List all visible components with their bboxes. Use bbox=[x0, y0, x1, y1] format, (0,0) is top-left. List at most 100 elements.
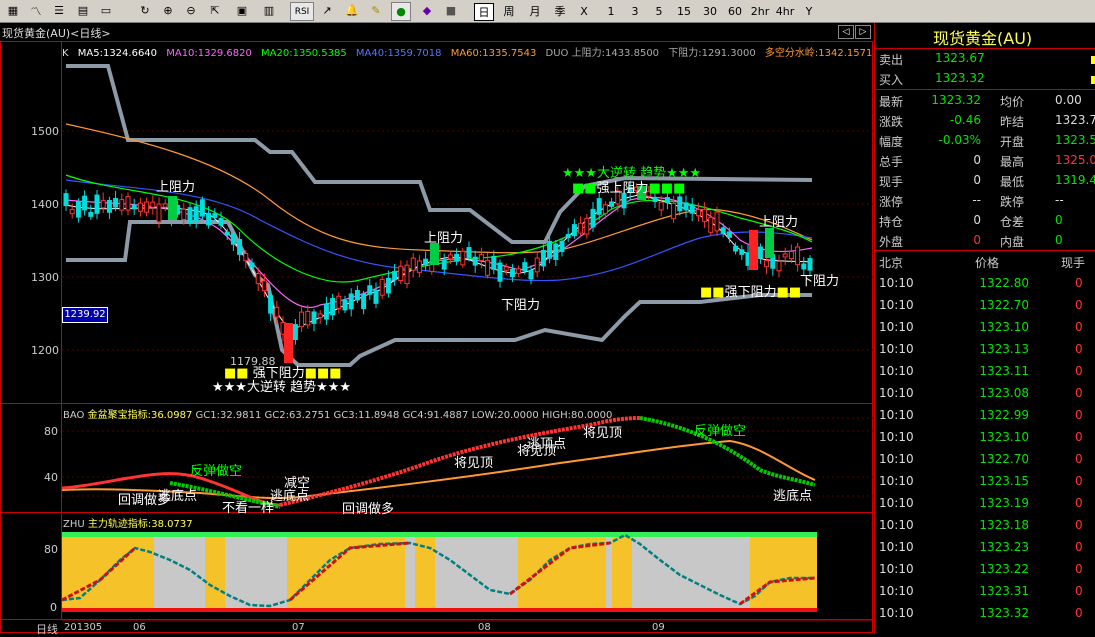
ma60-label: MA60:1335.7543 bbox=[450, 48, 537, 59]
candle bbox=[553, 243, 559, 260]
alarm-icon[interactable]: 🔔 bbox=[343, 2, 361, 19]
stat-label: 外盘 bbox=[879, 235, 904, 249]
signal-candle bbox=[284, 323, 293, 363]
refresh-icon[interactable]: ↻ bbox=[136, 2, 154, 19]
candle bbox=[472, 256, 478, 266]
scroll-right-icon[interactable]: ▷ bbox=[855, 25, 871, 39]
stat-value: 1325.0 bbox=[1055, 153, 1095, 167]
stat-value: 0 bbox=[1055, 233, 1063, 247]
tick-time: 10:10 bbox=[879, 540, 914, 554]
tick-time: 10:10 bbox=[879, 518, 914, 532]
list-icon[interactable]: ☰ bbox=[50, 2, 68, 19]
pen-icon[interactable]: ✎ bbox=[367, 2, 385, 19]
cube-icon[interactable]: ■ bbox=[442, 2, 460, 19]
ma-legend: K MA5:1324.6640 MA10:1329.6820 MA20:1350… bbox=[62, 44, 878, 59]
candle bbox=[187, 207, 193, 224]
tick-volume: 0 bbox=[1075, 342, 1083, 356]
zoom-in-icon[interactable]: ⊕ bbox=[159, 2, 177, 19]
chart-title-bar: 现货黄金(AU)<日线> ◁ ▷ bbox=[0, 23, 873, 41]
candle bbox=[311, 311, 317, 324]
period-4hr[interactable]: 4hr bbox=[774, 3, 796, 19]
ma5-label: MA5:1324.6640 bbox=[77, 48, 158, 59]
candle bbox=[218, 217, 224, 226]
candle bbox=[602, 204, 608, 214]
tick-price: 1322.70 bbox=[979, 298, 1029, 312]
candle bbox=[726, 231, 732, 238]
candle bbox=[373, 289, 379, 304]
stat-value: -0.46 bbox=[949, 113, 981, 127]
stat-label: 仓差 bbox=[1000, 215, 1025, 229]
draw-icon[interactable]: ↗ bbox=[318, 2, 336, 19]
period-quarter[interactable]: 季 bbox=[551, 3, 569, 19]
grid-icon[interactable]: ▦ bbox=[4, 2, 22, 19]
candle bbox=[559, 240, 565, 252]
candle bbox=[367, 285, 373, 295]
scroll-left-icon[interactable]: ◁ bbox=[838, 25, 854, 39]
period-x[interactable]: X bbox=[577, 3, 591, 19]
candle bbox=[528, 270, 534, 280]
candle bbox=[441, 259, 447, 270]
period-3[interactable]: 3 bbox=[628, 3, 642, 19]
window-icon[interactable]: ▭ bbox=[97, 2, 115, 19]
candle bbox=[571, 224, 577, 237]
table-icon[interactable]: ▤ bbox=[74, 2, 92, 19]
candle bbox=[795, 246, 801, 266]
candle bbox=[720, 227, 726, 234]
zhu-tick-0: 0 bbox=[50, 601, 57, 614]
candle bbox=[478, 254, 484, 261]
stat-value: 1319.4 bbox=[1055, 173, 1095, 187]
tick-volume: 0 bbox=[1075, 606, 1083, 620]
tick-time: 10:10 bbox=[879, 276, 914, 290]
candle bbox=[609, 201, 615, 207]
tick-price: 1323.11 bbox=[979, 364, 1029, 378]
list-doc-icon[interactable]: ▥ bbox=[260, 2, 278, 19]
tick-time: 10:10 bbox=[879, 474, 914, 488]
period-day[interactable]: 日 bbox=[474, 3, 494, 21]
circle-icon[interactable]: ● bbox=[391, 2, 411, 21]
stat-value: -- bbox=[1055, 193, 1064, 207]
candle bbox=[584, 217, 590, 235]
ticks-price-header: 价格 bbox=[975, 256, 1000, 270]
candle bbox=[119, 199, 125, 211]
x-label-08: 08 bbox=[478, 622, 491, 633]
candle bbox=[243, 252, 249, 262]
tick-volume: 0 bbox=[1075, 276, 1083, 290]
candle bbox=[788, 250, 794, 260]
candle bbox=[516, 268, 522, 274]
ridge-label: 多空分水岭:1342.1571 bbox=[764, 48, 873, 59]
stat-label: 持仓 bbox=[879, 215, 904, 229]
period-y[interactable]: Y bbox=[803, 3, 815, 19]
period-week[interactable]: 周 bbox=[500, 3, 518, 19]
candle bbox=[199, 199, 205, 217]
candle bbox=[323, 303, 329, 320]
k-label: K bbox=[62, 48, 69, 59]
rsi-button[interactable]: RSI bbox=[290, 2, 314, 21]
tick-volume: 0 bbox=[1075, 474, 1083, 488]
stat-value: 1323.5 bbox=[1055, 133, 1095, 147]
period-5[interactable]: 5 bbox=[652, 3, 666, 19]
period-15[interactable]: 15 bbox=[674, 3, 694, 19]
doc-icon[interactable]: ▣ bbox=[233, 2, 251, 19]
tick-time: 10:10 bbox=[879, 430, 914, 444]
bao-indicator-title: BAO 金盆聚宝指标:36.0987 GC1:32.9811 GC2:63.27… bbox=[63, 410, 613, 421]
period-30[interactable]: 30 bbox=[700, 3, 720, 19]
book-icon[interactable]: ◆ bbox=[418, 2, 436, 19]
export-icon[interactable]: ⇱ bbox=[206, 2, 224, 19]
period-month[interactable]: 月 bbox=[526, 3, 544, 19]
stat-value: 0 bbox=[973, 153, 981, 167]
period-2hr[interactable]: 2hr bbox=[749, 3, 771, 19]
candle bbox=[212, 213, 218, 218]
zoom-out-icon[interactable]: ⊖ bbox=[182, 2, 200, 19]
zhu-tick-80: 80 bbox=[44, 543, 58, 556]
tick-volume: 0 bbox=[1075, 584, 1083, 598]
unmoved-label: 不看一样 bbox=[222, 501, 275, 516]
candle bbox=[757, 246, 763, 259]
kline-chart[interactable] bbox=[0, 41, 873, 634]
period-1[interactable]: 1 bbox=[604, 3, 618, 19]
line-chart-icon[interactable]: 〽 bbox=[27, 2, 45, 19]
ticks-time-header: 北京 bbox=[879, 256, 904, 270]
period-60[interactable]: 60 bbox=[725, 3, 745, 19]
candle bbox=[677, 196, 683, 212]
tick-price: 1323.15 bbox=[979, 474, 1029, 488]
stat-label: 涨停 bbox=[879, 195, 904, 209]
